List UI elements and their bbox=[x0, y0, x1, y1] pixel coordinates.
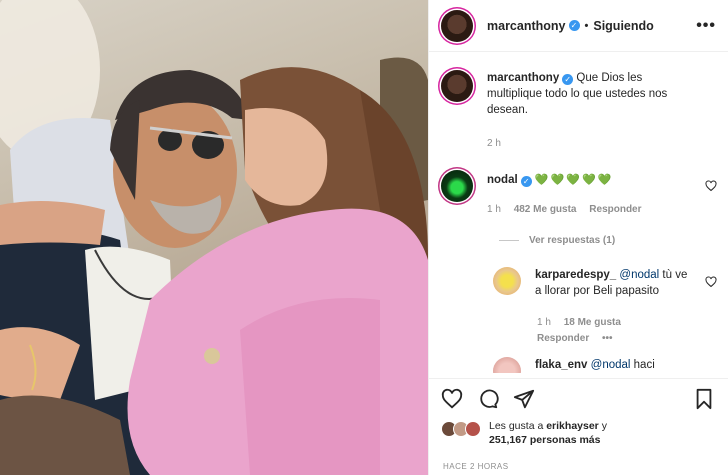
post-header: marcanthony ✓ • Siguiendo ••• bbox=[429, 0, 728, 52]
reply-mention[interactable]: @nodal bbox=[591, 359, 631, 371]
reply-username[interactable]: karparedespy_ bbox=[535, 269, 616, 281]
reply-item: karparedespy_ @nodal tù ve a llorar por … bbox=[493, 267, 721, 299]
caption-meta: 2 h bbox=[487, 138, 511, 149]
share-icon[interactable] bbox=[513, 388, 535, 410]
caption-avatar[interactable] bbox=[441, 70, 473, 102]
reply-body: haci bbox=[633, 359, 655, 371]
comment-time: 1 h bbox=[487, 204, 501, 215]
liker-username[interactable]: erikhayser bbox=[546, 420, 599, 432]
likes-text: Les gusta a erikhayser y 251,167 persona… bbox=[489, 419, 607, 447]
reply-avatar[interactable] bbox=[493, 267, 521, 295]
instagram-post: marcanthony ✓ • Siguiendo ••• marcanthon… bbox=[0, 0, 728, 475]
likes-prefix: Les gusta a bbox=[489, 420, 544, 432]
post-photo[interactable] bbox=[0, 0, 428, 475]
header-separator: • bbox=[584, 19, 589, 32]
post-timestamp[interactable]: HACE 2 HORAS bbox=[443, 462, 509, 471]
reply-actions: Responder ••• bbox=[537, 333, 623, 344]
likes-suffix: y bbox=[601, 420, 607, 432]
comment-likes[interactable]: 482 Me gusta bbox=[514, 204, 577, 215]
follow-status-button[interactable]: Siguiendo bbox=[593, 19, 653, 33]
verified-badge-icon: ✓ bbox=[568, 20, 580, 31]
comment-username[interactable]: nodal bbox=[487, 174, 518, 186]
comment-meta: 1 h 482 Me gusta Responder bbox=[487, 204, 652, 215]
reply-likes[interactable]: 18 Me gusta bbox=[564, 317, 621, 328]
comment-body: 💚💚💚💚💚 bbox=[534, 174, 614, 186]
caption-text: marcanthony ✓ Que Dios les multiplique to… bbox=[487, 70, 697, 118]
author-avatar[interactable] bbox=[441, 9, 473, 42]
view-replies-button[interactable]: Ver respuestas (1) bbox=[499, 235, 615, 246]
caption-username[interactable]: marcanthony bbox=[487, 72, 559, 84]
reply-mention[interactable]: @nodal bbox=[619, 269, 659, 281]
reply-more-icon[interactable]: ••• bbox=[602, 333, 613, 344]
likers-avatars[interactable] bbox=[441, 419, 483, 439]
couple-photo-illustration bbox=[0, 0, 428, 475]
post-actions-bar bbox=[429, 378, 728, 418]
comment-text: nodal ✓ 💚💚💚💚💚 bbox=[487, 170, 613, 202]
heart-icon[interactable] bbox=[441, 388, 463, 410]
comment-item: nodal ✓ 💚💚💚💚💚 bbox=[441, 170, 721, 202]
bookmark-icon[interactable] bbox=[693, 388, 715, 410]
reply-time: 1 h bbox=[537, 317, 551, 328]
likes-summary: Les gusta a erikhayser y 251,167 persona… bbox=[441, 419, 607, 447]
verified-badge-icon: ✓ bbox=[562, 74, 574, 85]
reply-button[interactable]: Responder bbox=[537, 333, 589, 344]
liker-avatar bbox=[465, 421, 481, 437]
reply-text: karparedespy_ @nodal tù ve a llorar por … bbox=[535, 267, 695, 299]
comments-list: marcanthony ✓ Que Dios les multiplique to… bbox=[429, 53, 728, 373]
comment-avatar[interactable] bbox=[441, 170, 473, 202]
likes-count[interactable]: 251,167 personas más bbox=[489, 434, 601, 446]
reply-avatar[interactable] bbox=[493, 357, 521, 373]
like-reply-heart-icon[interactable] bbox=[705, 276, 717, 288]
caption: marcanthony ✓ Que Dios les multiplique to… bbox=[441, 70, 721, 118]
author-username[interactable]: marcanthony bbox=[487, 19, 566, 33]
like-comment-heart-icon[interactable] bbox=[705, 180, 717, 192]
caption-time: 2 h bbox=[487, 138, 501, 149]
reply-meta: 1 h 18 Me gusta bbox=[537, 317, 631, 328]
reply-text: flaka_env @nodal haci bbox=[535, 357, 655, 373]
post-side-panel: marcanthony ✓ • Siguiendo ••• marcanthon… bbox=[428, 0, 728, 475]
reply-item: flaka_env @nodal haci bbox=[493, 357, 721, 373]
reply-button[interactable]: Responder bbox=[589, 204, 641, 215]
comment-icon[interactable] bbox=[477, 388, 499, 410]
reply-username[interactable]: flaka_env bbox=[535, 359, 587, 371]
verified-badge-icon: ✓ bbox=[520, 176, 532, 187]
more-options-icon[interactable]: ••• bbox=[696, 17, 716, 35]
